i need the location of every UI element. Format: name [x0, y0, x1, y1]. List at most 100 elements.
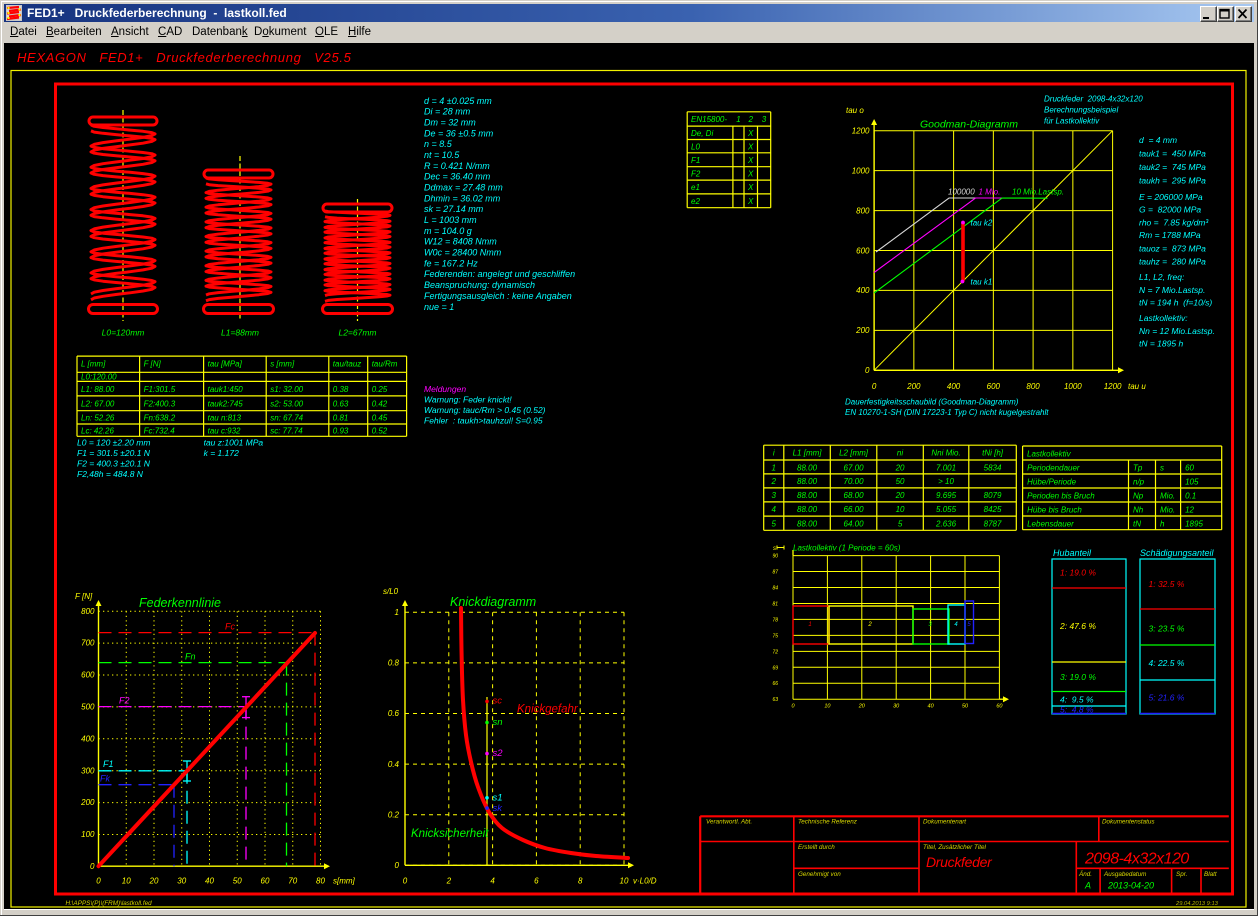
svg-text:EN15800-: EN15800- — [691, 115, 727, 124]
svg-text:300: 300 — [81, 766, 95, 775]
svg-text:F1: F1 — [691, 156, 700, 165]
svg-text:L0: L0 — [691, 143, 700, 152]
svg-text:Druckfeder: Druckfeder — [926, 854, 993, 870]
svg-text:F2 = 400.3 ±20.1 N: F2 = 400.3 ±20.1 N — [77, 459, 151, 469]
svg-text:tau [MPa]: tau [MPa] — [208, 360, 243, 369]
svg-text:3: 3 — [928, 622, 932, 628]
svg-text:2098-4x32x120: 2098-4x32x120 — [1084, 851, 1189, 868]
svg-text:4: 4 — [490, 877, 495, 886]
svg-text:200: 200 — [80, 798, 95, 807]
svg-text:4: 4 — [772, 505, 777, 514]
svg-text:HEXAGON FED1+ Druckfederbe: HEXAGON FED1+ Druckfederberechnung V25.5 — [17, 50, 352, 65]
svg-text:F [N]: F [N] — [75, 592, 93, 601]
svg-text:Druckfeder 2098-4x32x120: Druckfeder 2098-4x32x120 — [1044, 95, 1143, 104]
svg-text:1895: 1895 — [1185, 519, 1203, 528]
svg-text:Periodendauer: Periodendauer — [1027, 463, 1080, 472]
svg-text:Federkennlinie: Federkennlinie — [139, 596, 221, 610]
svg-text:1200: 1200 — [852, 127, 870, 136]
svg-text:400: 400 — [856, 286, 870, 295]
svg-text:Berechnungsbeispiel: Berechnungsbeispiel — [1044, 106, 1118, 115]
svg-text:60: 60 — [996, 704, 1003, 710]
svg-text:2: 2 — [446, 877, 452, 886]
svg-text:tau k2: tau k2 — [971, 219, 993, 228]
svg-text:5: 5 — [967, 622, 971, 628]
svg-text:0.42: 0.42 — [372, 400, 388, 409]
svg-text:N = 7 Mio.Lastsp.: N = 7 Mio.Lastsp. — [1139, 285, 1205, 295]
svg-text:De = 36 ±0.5 mm: De = 36 ±0.5 mm — [424, 128, 494, 138]
svg-text:Mio.: Mio. — [1160, 505, 1175, 514]
svg-text:5.055: 5.055 — [936, 505, 957, 514]
svg-text:Ddmax = 27.48 mm: Ddmax = 27.48 mm — [424, 183, 503, 193]
svg-text:800: 800 — [81, 607, 95, 616]
svg-text:1200: 1200 — [1104, 382, 1122, 391]
svg-text:m = 104.0 g: m = 104.0 g — [424, 226, 472, 236]
svg-text:5834: 5834 — [984, 463, 1002, 472]
svg-text:s1: 32.00: s1: 32.00 — [270, 385, 303, 394]
svg-text:L0 = 120 ±2.20 mm: L0 = 120 ±2.20 mm — [77, 438, 150, 448]
svg-text:Erstellt durch: Erstellt durch — [798, 844, 835, 851]
svg-text:Schädigungsanteil: Schädigungsanteil — [1140, 548, 1215, 558]
svg-text:Knickdiagramm: Knickdiagramm — [450, 595, 536, 609]
svg-text:Dauerfestigkeitsschaubild (Goo: Dauerfestigkeitsschaubild (Goodman-Diagr… — [845, 398, 1019, 407]
svg-text:Dokumentenart: Dokumentenart — [923, 819, 966, 826]
svg-text:7.001: 7.001 — [936, 463, 956, 472]
svg-text:10: 10 — [824, 704, 831, 710]
svg-text:W0c = 28400 Nmm: W0c = 28400 Nmm — [424, 248, 502, 258]
svg-text:Lastkollektiv (1 Periode = 60s: Lastkollektiv (1 Periode = 60s) — [793, 544, 901, 553]
svg-text:1 Mio.: 1 Mio. — [979, 188, 1001, 197]
svg-text:1: 1 — [736, 115, 740, 124]
svg-text:L2: 67.00: L2: 67.00 — [81, 400, 115, 409]
svg-text:W12 = 8408 Nmm: W12 = 8408 Nmm — [424, 237, 497, 247]
svg-text:500: 500 — [81, 703, 95, 712]
svg-text:F2: F2 — [691, 170, 701, 179]
svg-text:400: 400 — [947, 382, 961, 391]
svg-text:2: 2 — [747, 115, 753, 124]
svg-text:Lebensdauer: Lebensdauer — [1027, 519, 1074, 528]
svg-text:Warnung: tauc/Rm > 0.45 (0.52): Warnung: tauc/Rm > 0.45 (0.52) — [424, 405, 546, 415]
svg-text:nt = 10.5: nt = 10.5 — [424, 150, 460, 160]
svg-text:78: 78 — [772, 617, 778, 623]
svg-text:Goodman-Diagramm: Goodman-Diagramm — [920, 119, 1018, 131]
svg-text:80: 80 — [316, 877, 325, 886]
svg-text:H:\APPS\(P)\(FRM)\lastkoll.fed: H:\APPS\(P)\(FRM)\lastkoll.fed — [66, 900, 153, 907]
svg-text:6: 6 — [534, 877, 539, 886]
svg-text:Dhmin = 36.02 mm: Dhmin = 36.02 mm — [424, 193, 501, 203]
svg-text:Nni Mio.: Nni Mio. — [931, 449, 960, 458]
svg-text:84: 84 — [772, 586, 778, 592]
svg-text:0.4: 0.4 — [388, 760, 400, 769]
svg-text:tauk1 = 450 MPa: tauk1 = 450 MPa — [1139, 149, 1206, 159]
svg-text:2: 47.6 %: 2: 47.6 % — [1059, 621, 1096, 631]
svg-text:0.81: 0.81 — [333, 414, 349, 423]
svg-text:s1: s1 — [493, 793, 503, 804]
svg-text:Tp: Tp — [1133, 463, 1143, 472]
svg-text:8: 8 — [578, 877, 583, 886]
svg-text:F2: F2 — [119, 696, 130, 706]
svg-text:L0:120.00: L0:120.00 — [81, 373, 117, 382]
svg-text:v·L0/D: v·L0/D — [633, 877, 657, 886]
svg-text:200: 200 — [855, 326, 870, 335]
svg-text:700: 700 — [81, 639, 95, 648]
svg-text:10: 10 — [122, 877, 131, 886]
svg-text:0.45: 0.45 — [372, 414, 388, 423]
svg-text:Perioden bis Bruch: Perioden bis Bruch — [1027, 491, 1095, 500]
svg-text:rho = 7.85 kg/dm³: rho = 7.85 kg/dm³ — [1139, 217, 1209, 227]
svg-text:k = 1.172: k = 1.172 — [204, 448, 239, 458]
svg-text:4: 4 — [954, 622, 958, 628]
svg-text:G = 82000 MPa: G = 82000 MPa — [1139, 205, 1201, 215]
svg-text:Ln: 52.26: Ln: 52.26 — [81, 414, 115, 423]
svg-text:X: X — [747, 183, 754, 192]
svg-text:Dm = 32 mm: Dm = 32 mm — [424, 117, 476, 127]
svg-text:0: 0 — [90, 862, 95, 871]
svg-text:30: 30 — [177, 877, 186, 886]
svg-text:63: 63 — [772, 697, 778, 703]
svg-text:70.00: 70.00 — [844, 477, 865, 486]
svg-text:1: 1 — [772, 463, 776, 472]
svg-text:0: 0 — [872, 382, 877, 391]
svg-text:10: 10 — [896, 505, 905, 514]
svg-text:s: s — [773, 546, 776, 552]
svg-text:67.00: 67.00 — [844, 463, 865, 472]
svg-text:0.8: 0.8 — [388, 659, 400, 668]
svg-text:Dokumentenstatus: Dokumentenstatus — [1102, 819, 1155, 826]
svg-text:5: 5 — [772, 519, 777, 528]
svg-text:für Lastkollektiv: für Lastkollektiv — [1044, 117, 1100, 126]
